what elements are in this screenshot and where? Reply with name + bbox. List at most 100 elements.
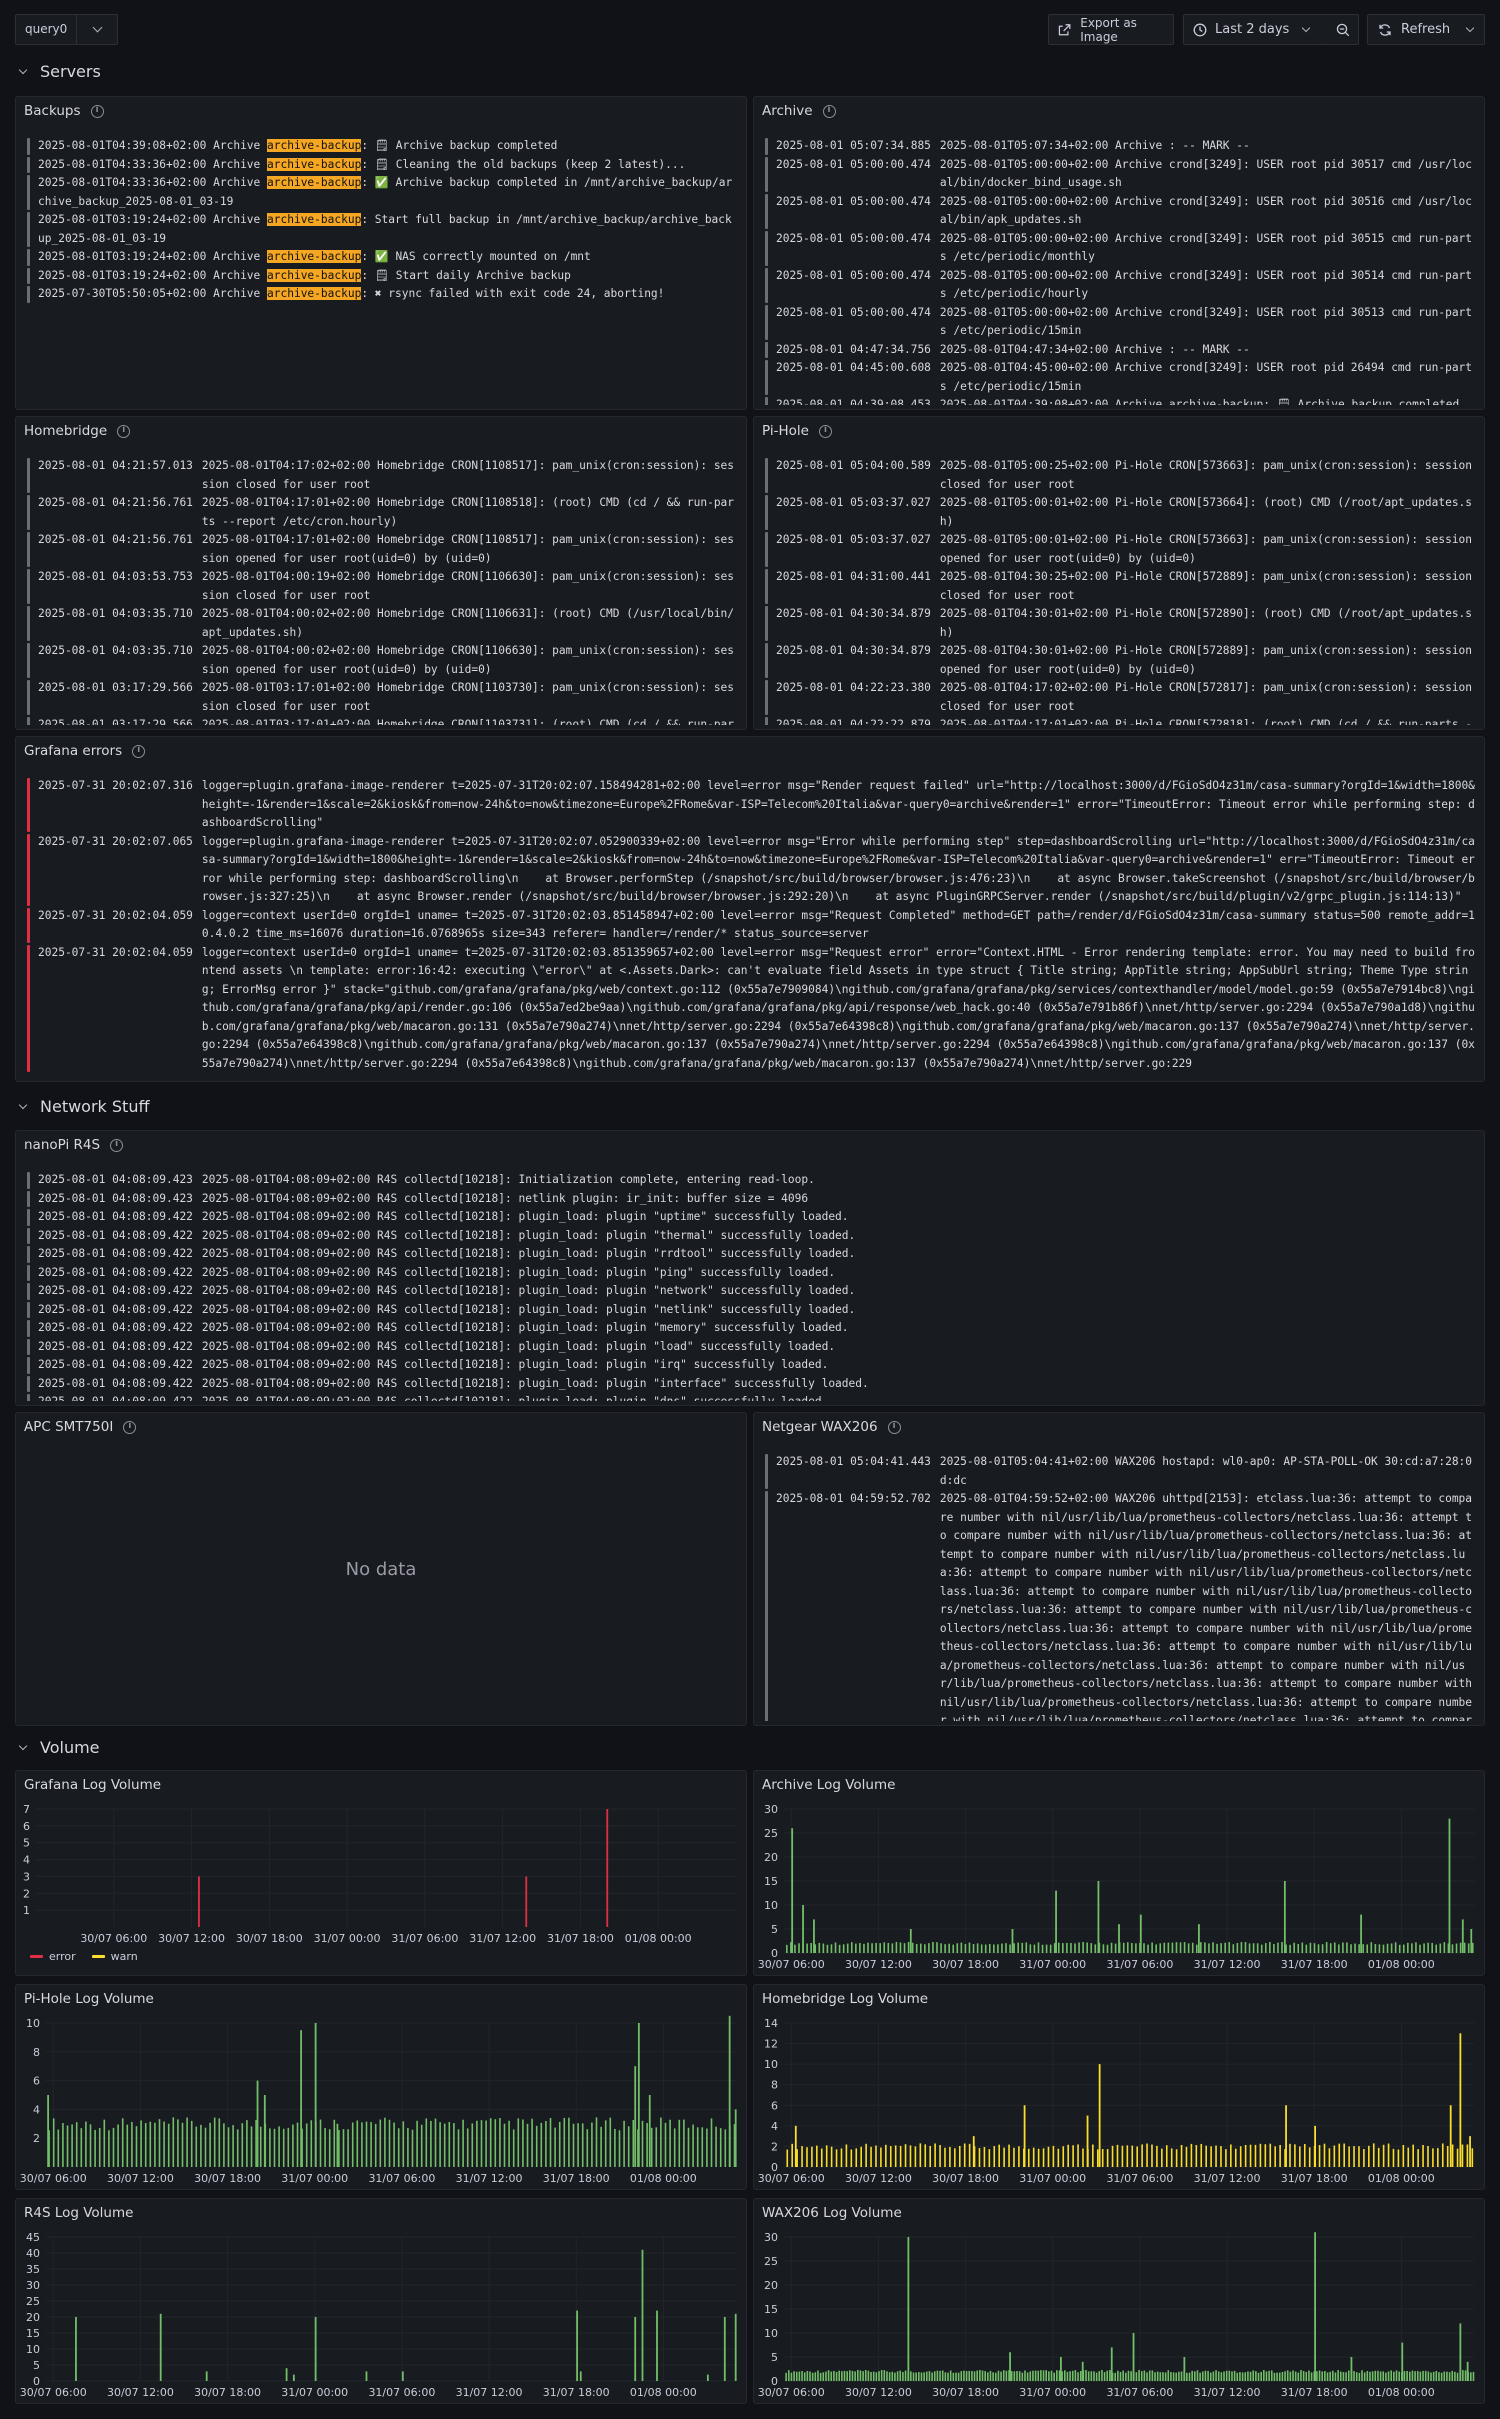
- log-row[interactable]: 2025-08-01 04:31:00.441 2025-08-01T04:30:…: [762, 568, 1476, 605]
- chart-homebridge-log-volume[interactable]: 0246810121430/07 06:00 30/07 12:00 30/07 1…: [754, 1985, 1485, 2190]
- bar: [1212, 2371, 1215, 2381]
- log-row[interactable]: 2025-08-01 04:30:34.879 2025-08-01T04:30:…: [762, 605, 1476, 642]
- log-row[interactable]: 2025-08-01 04:22:22.879 2025-08-01T04:17:…: [762, 716, 1476, 725]
- bar: [135, 2126, 138, 2167]
- bar: [1395, 2370, 1398, 2381]
- log-row[interactable]: 2025-08-01 05:00:00.474 2025-08-01T05:00:…: [762, 193, 1476, 230]
- log-suffix: : 🗒 Start daily Archive backup: [361, 268, 571, 282]
- log-row[interactable]: 2025-08-01 04:08:09.423 2025-08-01T04:08:…: [24, 1171, 1476, 1190]
- info-icon[interactable]: [117, 424, 131, 438]
- log-row[interactable]: 2025-08-01T03:19:24+02:00 Archive archiv…: [24, 248, 738, 267]
- log-row[interactable]: 2025-08-01 04:03:53.753 2025-08-01T04:00:…: [24, 568, 738, 605]
- row-header-servers[interactable]: Servers: [18, 62, 101, 81]
- log-row[interactable]: 2025-08-01T04:33:36+02:00 Archive archiv…: [24, 174, 738, 211]
- log-row[interactable]: 2025-08-01 05:00:00.474 2025-08-01T05:00:…: [762, 304, 1476, 341]
- bar: [1086, 1942, 1088, 1953]
- log-row[interactable]: 2025-07-30T05:50:05+02:00 Archive archiv…: [24, 285, 738, 304]
- log-row[interactable]: 2025-08-01 04:08:09.422 2025-08-01T04:08:…: [24, 1338, 1476, 1357]
- info-icon[interactable]: [822, 104, 836, 118]
- log-row[interactable]: 2025-08-01T04:33:36+02:00 Archive archiv…: [24, 156, 738, 175]
- bar: [1121, 2145, 1124, 2167]
- log-row[interactable]: 2025-08-01 04:08:09.422 2025-08-01T04:08:…: [24, 1356, 1476, 1375]
- log-row[interactable]: 2025-08-01 05:03:37.027 2025-08-01T05:00:…: [762, 531, 1476, 568]
- log-row[interactable]: 2025-08-01 04:08:09.422 2025-08-01T04:08:…: [24, 1319, 1476, 1338]
- log-row[interactable]: 2025-08-01 04:08:09.423 2025-08-01T04:08:…: [24, 1190, 1476, 1209]
- bar: [1273, 2372, 1276, 2381]
- log-row[interactable]: 2025-08-01 04:21:57.013 2025-08-01T04:17:…: [24, 457, 738, 494]
- log-row[interactable]: 2025-08-01 04:39:08.453 2025-08-01T04:39:…: [762, 396, 1476, 405]
- legend-item-error[interactable]: error: [30, 1950, 76, 1963]
- bar: [1427, 2371, 1430, 2381]
- log-row[interactable]: 2025-08-01 04:08:09.422 2025-08-01T04:08:…: [24, 1301, 1476, 1320]
- log-row[interactable]: 2025-08-01 04:08:09.422 2025-08-01T04:08:…: [24, 1393, 1476, 1401]
- log-row[interactable]: 2025-07-31 20:02:04.059 logger=context us…: [24, 907, 1476, 944]
- bar: [1005, 2370, 1008, 2381]
- bar: [1159, 1943, 1162, 1953]
- bar: [579, 2371, 582, 2381]
- log-row[interactable]: 2025-08-01 05:00:00.474 2025-08-01T05:00:…: [762, 230, 1476, 267]
- bar: [1263, 2370, 1265, 2381]
- row-header-volume[interactable]: Volume: [18, 1738, 100, 1757]
- info-icon[interactable]: [818, 424, 832, 438]
- bar: [1424, 2370, 1427, 2381]
- log-row[interactable]: 2025-08-01 04:22:23.380 2025-08-01T04:17:…: [762, 679, 1476, 716]
- log-row[interactable]: 2025-08-01T04:39:08+02:00 Archive archiv…: [24, 137, 738, 156]
- log-message: 2025-08-01T05:00:00+02:00 Archive crond[…: [939, 268, 1473, 301]
- log-row[interactable]: 2025-08-01 04:03:35.710 2025-08-01T04:00:…: [24, 642, 738, 679]
- log-row[interactable]: 2025-08-01 04:03:35.710 2025-08-01T04:00:…: [24, 605, 738, 642]
- bar: [1274, 2146, 1276, 2167]
- log-row[interactable]: 2025-08-01 05:03:37.027 2025-08-01T05:00:…: [762, 494, 1476, 531]
- log-row[interactable]: 2025-08-01 04:08:09.422 2025-08-01T04:08:…: [24, 1264, 1476, 1283]
- log-row[interactable]: 2025-08-01 05:00:00.474 2025-08-01T05:00:…: [762, 156, 1476, 193]
- log-row[interactable]: 2025-08-01 03:17:29.566 2025-08-01T03:17:…: [24, 716, 738, 725]
- info-icon[interactable]: [90, 104, 104, 118]
- chart-wax206-log-volume[interactable]: 05101520253030/07 06:00 30/07 12:00 30/07 …: [754, 2199, 1485, 2404]
- log-row[interactable]: 2025-08-01 04:30:34.879 2025-08-01T04:30:…: [762, 642, 1476, 679]
- log-row[interactable]: 2025-08-01 04:08:09.422 2025-08-01T04:08:…: [24, 1282, 1476, 1301]
- bar: [948, 1943, 950, 1953]
- log-row[interactable]: 2025-08-01 05:00:00.474 2025-08-01T05:00:…: [762, 267, 1476, 304]
- chart-grafana-log-volume[interactable]: 1 2 3 4 5 6 7 30/07 06:00 30/07 12:00 30/07 18:00…: [16, 1771, 747, 1976]
- bar: [1225, 2370, 1228, 2381]
- info-icon[interactable]: [132, 744, 146, 758]
- export-as-image-button[interactable]: Export as Image: [1048, 14, 1174, 45]
- refresh-interval-dropdown[interactable]: [1455, 14, 1485, 45]
- log-row[interactable]: 2025-08-01 04:21:56.761 2025-08-01T04:17:…: [24, 494, 738, 531]
- info-icon[interactable]: [110, 1138, 124, 1152]
- bar: [791, 1828, 794, 1953]
- bar: [1451, 2144, 1454, 2167]
- log-row[interactable]: 2025-08-01 04:45:00.608 2025-08-01T04:45:…: [762, 359, 1476, 396]
- log-row[interactable]: 2025-08-01 03:17:29.566 2025-08-01T03:17:…: [24, 679, 738, 716]
- log-row[interactable]: 2025-07-31 20:02:07.316 logger=plugin.gra…: [24, 777, 1476, 833]
- log-row[interactable]: 2025-08-01 04:21:56.761 2025-08-01T04:17:…: [24, 531, 738, 568]
- bar: [646, 2122, 648, 2167]
- log-row[interactable]: 2025-08-01 04:08:09.422 2025-08-01T04:08:…: [24, 1375, 1476, 1394]
- log-row[interactable]: 2025-08-01 05:07:34.885 2025-08-01T05:07:…: [762, 137, 1476, 156]
- log-row[interactable]: 2025-08-01 04:08:09.422 2025-08-01T04:08:…: [24, 1227, 1476, 1246]
- log-row[interactable]: 2025-08-01 04:47:34.756 2025-08-01T04:47:…: [762, 341, 1476, 360]
- log-row[interactable]: 2025-08-01 05:04:00.589 2025-08-01T05:00:…: [762, 457, 1476, 494]
- zoom-out-button[interactable]: [1327, 14, 1359, 45]
- panel-title: Netgear WAX206: [762, 1419, 901, 1435]
- log-row[interactable]: 2025-08-01T03:19:24+02:00 Archive archiv…: [24, 267, 738, 286]
- bar: [535, 2125, 538, 2167]
- log-row[interactable]: 2025-07-31 20:02:04.059 logger=context us…: [24, 944, 1476, 1074]
- info-icon[interactable]: [887, 1420, 901, 1434]
- row-header-network-stuff[interactable]: Network Stuff: [18, 1097, 149, 1116]
- log-row[interactable]: 2025-08-01 05:04:41.443 2025-08-01T05:04:…: [762, 1453, 1476, 1490]
- log-row[interactable]: 2025-07-31 20:02:07.065 logger=plugin.gra…: [24, 833, 1476, 907]
- y-tick-label: 25: [764, 1827, 778, 1840]
- chart-pihole-log-volume[interactable]: 2 4 6 8 10 30/07 06:00 30/07 12:00 30/07 18:00 3…: [16, 1985, 747, 2190]
- chart-r4s-log-volume[interactable]: 05101520253035404530/07 06:00 30/07 12:00…: [16, 2199, 747, 2404]
- bar: [586, 2129, 589, 2167]
- chart-archive-log-volume[interactable]: 05101520253030/07 06:00 30/07 12:00 30/07 …: [754, 1771, 1485, 1976]
- variable-picker-query0[interactable]: query0: [15, 14, 119, 45]
- log-row[interactable]: 2025-08-01 04:59:52.702 2025-08-01T04:59:…: [762, 1490, 1476, 1721]
- log-row[interactable]: 2025-08-01 04:08:09.422 2025-08-01T04:08:…: [24, 1208, 1476, 1227]
- time-range-picker[interactable]: Last 2 days: [1183, 14, 1337, 45]
- chevron-down-icon[interactable]: [77, 15, 117, 44]
- info-icon[interactable]: [123, 1420, 137, 1434]
- log-row[interactable]: 2025-08-01 04:08:09.422 2025-08-01T04:08:…: [24, 1245, 1476, 1264]
- legend-item-warn[interactable]: warn: [91, 1950, 138, 1963]
- log-row[interactable]: 2025-08-01T03:19:24+02:00 Archive archiv…: [24, 211, 738, 248]
